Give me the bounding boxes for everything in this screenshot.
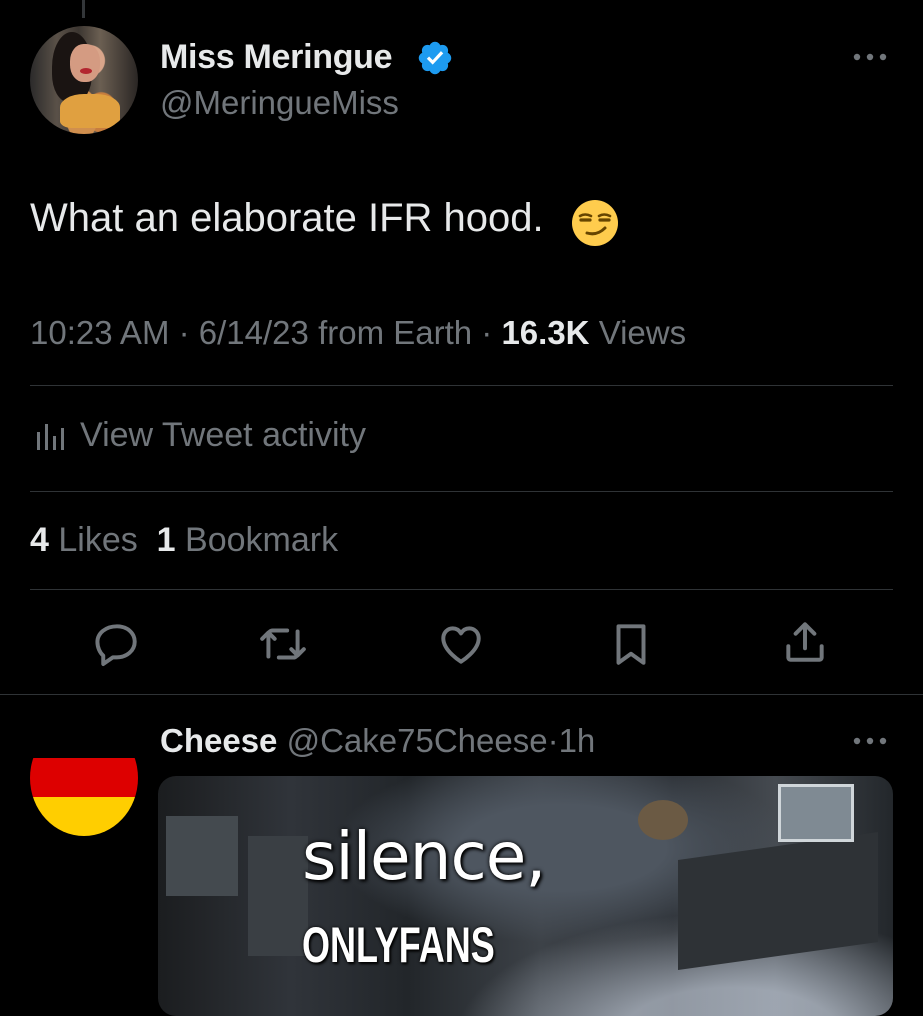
bookmarks-stat[interactable]: 1 Bookmark: [157, 521, 338, 559]
tweet-meta: 10:23 AM · 6/14/23 from Earth · 16.3K Vi…: [30, 314, 686, 352]
divider: [30, 385, 893, 386]
views-label: Views: [598, 314, 687, 351]
bar-chart-icon[interactable]: [34, 418, 68, 452]
tweet-date[interactable]: 6/14/23: [199, 314, 309, 351]
reply-separator: ·: [547, 722, 559, 759]
reply-media-image[interactable]: silence, ONLYFANS: [158, 776, 893, 1016]
bookmarks-label: Bookmark: [185, 521, 339, 559]
likes-count: 4: [30, 521, 49, 559]
share-icon[interactable]: [780, 617, 830, 667]
reply-icon[interactable]: [92, 619, 142, 669]
verified-badge-icon: [418, 41, 452, 75]
reply-author-display-name[interactable]: Cheese: [160, 722, 277, 759]
more-options-icon[interactable]: [852, 736, 888, 746]
likes-stat[interactable]: 4 Likes: [30, 521, 138, 559]
meme-caption-line-2: ONLYFANS: [302, 917, 495, 973]
divider: [30, 589, 893, 590]
author-display-name[interactable]: Miss Meringue: [160, 38, 393, 77]
avatar[interactable]: [30, 26, 138, 134]
divider: [30, 491, 893, 492]
reply-time[interactable]: 1h: [559, 722, 596, 759]
reply-author-handle[interactable]: @Cake75Cheese: [287, 722, 548, 759]
divider: [0, 694, 923, 695]
like-heart-icon[interactable]: [436, 619, 486, 669]
author-handle[interactable]: @MeringueMiss: [160, 84, 399, 122]
likes-label: Likes: [58, 521, 138, 559]
view-tweet-activity-link[interactable]: View Tweet activity: [80, 416, 366, 455]
meta-separator: ·: [178, 314, 190, 351]
smirking-face-emoji-icon: [572, 200, 618, 246]
bookmark-icon[interactable]: [606, 619, 656, 669]
tweet-text: What an elaborate IFR hood.: [30, 196, 544, 240]
reply-avatar[interactable]: [30, 720, 138, 836]
tweet-source: from Earth: [318, 314, 473, 351]
meme-caption-line-1: silence,: [302, 818, 546, 895]
reply-author-line: Cheese @Cake75Cheese·1h: [160, 722, 595, 760]
bookmarks-count: 1: [156, 521, 176, 559]
tweet-stats: 4 Likes 1 Bookmark: [30, 521, 338, 560]
more-options-icon[interactable]: [852, 52, 888, 62]
meta-separator: ·: [481, 314, 493, 351]
tweet-time[interactable]: 10:23 AM: [30, 314, 169, 351]
thread-line: [82, 0, 85, 18]
views-count: 16.3K: [501, 314, 590, 351]
retweet-icon[interactable]: [258, 619, 308, 669]
